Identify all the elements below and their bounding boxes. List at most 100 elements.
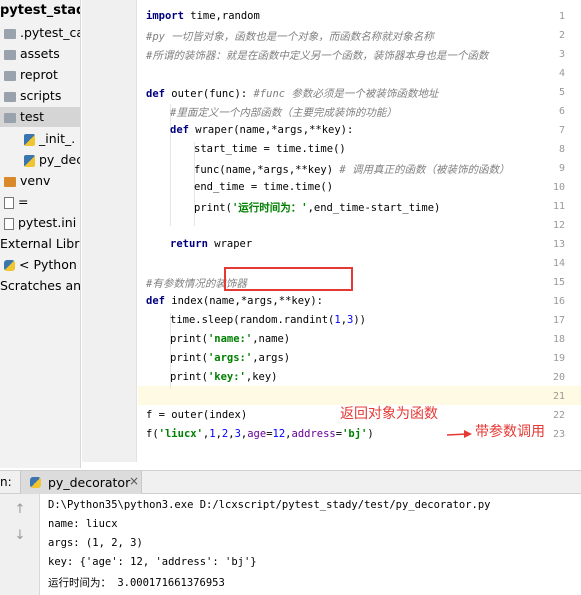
tree-item-label: test: [20, 109, 45, 124]
line-number: 10: [552, 182, 565, 193]
tree-item-label: Scratches and: [0, 278, 81, 293]
line-number: 8: [558, 144, 565, 155]
up-arrow-icon[interactable]: ↑: [12, 502, 28, 518]
tree-item-label: scripts: [20, 88, 62, 103]
project-tree: pytest_stady .pytest_cac assets reprot s…: [0, 0, 81, 468]
tree-item-label: py_deco: [39, 152, 80, 167]
down-arrow-icon[interactable]: ↓: [12, 528, 28, 544]
project-root[interactable]: pytest_stady: [0, 3, 80, 18]
tree-item-equals-file[interactable]: =: [4, 192, 28, 212]
folder-icon: [4, 28, 16, 39]
tree-item-pytest-cache[interactable]: .pytest_cac: [4, 23, 80, 43]
code-line-13: return wraper: [170, 238, 253, 250]
python-file-icon: [24, 133, 35, 146]
close-icon[interactable]: ×: [129, 474, 139, 488]
code-line-8: start_time = time.time(): [194, 143, 346, 155]
python-file-icon: [30, 477, 41, 488]
tree-item-python3[interactable]: < Python 3: [4, 255, 80, 275]
run-label: n:: [0, 475, 12, 489]
line-number: 4: [558, 68, 565, 79]
code-line-20: print('key:',key): [170, 371, 278, 383]
python-icon: [4, 260, 15, 271]
tree-item-label: .pytest_cac: [20, 25, 80, 40]
tree-item-assets[interactable]: assets: [4, 44, 60, 64]
highlight-box: [224, 267, 353, 291]
folder-icon: [4, 91, 16, 102]
line-number: 20: [552, 372, 565, 383]
code-line-18: print('name:',name): [170, 333, 291, 345]
line-number: 22: [552, 410, 565, 421]
line-number: 13: [552, 239, 565, 250]
code-editor[interactable]: 1 2 3 4 5 6 7 8 9 10 11 12 13 14 15 16 1…: [82, 0, 581, 462]
code-line-23: f('liucx',1,2,3,age=12,address='bj'): [146, 428, 374, 440]
tree-item-py-decorator[interactable]: py_deco: [24, 150, 80, 170]
folder-icon: [4, 176, 16, 187]
code-line-19: print('args:',args): [170, 352, 291, 364]
run-console[interactable]: D:\Python35\python3.exe D:/lcxscript/pyt…: [41, 494, 581, 595]
tree-item-label: venv: [20, 173, 51, 188]
tree-item-venv[interactable]: venv: [4, 171, 50, 191]
folder-icon: [4, 70, 16, 81]
line-number: 11: [552, 201, 565, 212]
file-icon: [4, 196, 14, 209]
tree-item-label: < Python 3: [19, 257, 80, 272]
line-number: 3: [558, 49, 565, 60]
code-line-3: #所谓的装饰器：就是在函数中定义另一个函数，装饰器本身也是一个函数: [146, 50, 489, 62]
tree-item-scratches[interactable]: Scratches and: [0, 276, 81, 296]
line-number: 14: [552, 258, 565, 269]
line-number: 17: [552, 315, 565, 326]
line-number: 7: [558, 125, 565, 136]
tree-item-label: =: [18, 194, 29, 209]
python-file-icon: [24, 154, 35, 167]
code-line-16: def index(name,*args,**key):: [146, 295, 324, 307]
folder-icon: [4, 49, 16, 60]
code-line-6: #里面定义一个内部函数（主要完成装饰的功能）: [170, 107, 397, 119]
console-line: args: (1, 2, 3): [48, 537, 143, 549]
line-number: 19: [552, 353, 565, 364]
file-icon: [4, 217, 14, 230]
tree-item-reprot[interactable]: reprot: [4, 65, 58, 85]
tree-item-label: External Librar: [0, 236, 80, 251]
code-line-5: def outer(func): #func 参数必须是一个被装饰函数地址: [146, 88, 439, 100]
code-line-2: #py 一切皆对象，函数也是一个对象，而函数名称就对象名称: [146, 31, 434, 43]
indent-guide: [170, 104, 171, 226]
line-number: 5: [558, 87, 565, 98]
line-number: 1: [558, 11, 565, 22]
folder-icon: [4, 112, 16, 123]
code-line-1: import time,random: [146, 10, 260, 22]
annotation-call-with-params: 带参数调用: [475, 424, 545, 440]
code-line-17: time.sleep(random.randint(1,3)): [170, 314, 367, 326]
tree-item-label: _init_.: [39, 131, 76, 146]
code-line-10: end_time = time.time(): [194, 181, 334, 193]
line-number: 9: [558, 163, 565, 174]
tree-item-pytest-ini[interactable]: pytest.ini: [4, 213, 76, 233]
console-line: D:\Python35\python3.exe D:/lcxscript/pyt…: [48, 499, 491, 511]
line-number: 16: [552, 296, 565, 307]
line-number: 12: [552, 220, 565, 231]
line-number: 15: [552, 277, 565, 288]
tree-item-init[interactable]: _init_.: [24, 129, 75, 149]
tree-item-scripts[interactable]: scripts: [4, 86, 61, 106]
run-tab-py-decorator[interactable]: py_decorator ×: [20, 471, 142, 494]
line-number: 18: [552, 334, 565, 345]
console-line: name: liucx: [48, 518, 118, 530]
tree-item-label: reprot: [20, 67, 58, 82]
line-number: 21: [552, 391, 565, 402]
console-line: 运行时间为： 3.000171661376953: [48, 577, 225, 589]
code-line-9: func(name,*args,**key) # 调用真正的函数（被装饰的函数）: [194, 164, 510, 176]
tree-item-label: pytest.ini: [18, 215, 77, 230]
annotation-return-function: 返回对象为函数: [340, 406, 438, 422]
console-line: key: {'age': 12, 'address': 'bj'}: [48, 556, 257, 568]
run-tab-label: py_decorator: [48, 475, 131, 490]
run-toolbar: ↑ ↓: [0, 494, 40, 595]
line-number: 2: [558, 30, 565, 41]
code-line-7: def wraper(name,*args,**key):: [170, 124, 354, 136]
tree-item-label: assets: [20, 46, 60, 61]
run-panel-header: n: py_decorator ×: [0, 470, 581, 494]
line-gutter: [82, 0, 137, 462]
code-line-11: print('运行时间为：',end_time-start_time): [194, 202, 441, 214]
tree-item-test[interactable]: test: [0, 107, 80, 127]
tree-item-external-libraries[interactable]: External Librar: [0, 234, 80, 254]
code-line-22: f = outer(index): [146, 409, 248, 421]
line-number: 6: [558, 106, 565, 117]
